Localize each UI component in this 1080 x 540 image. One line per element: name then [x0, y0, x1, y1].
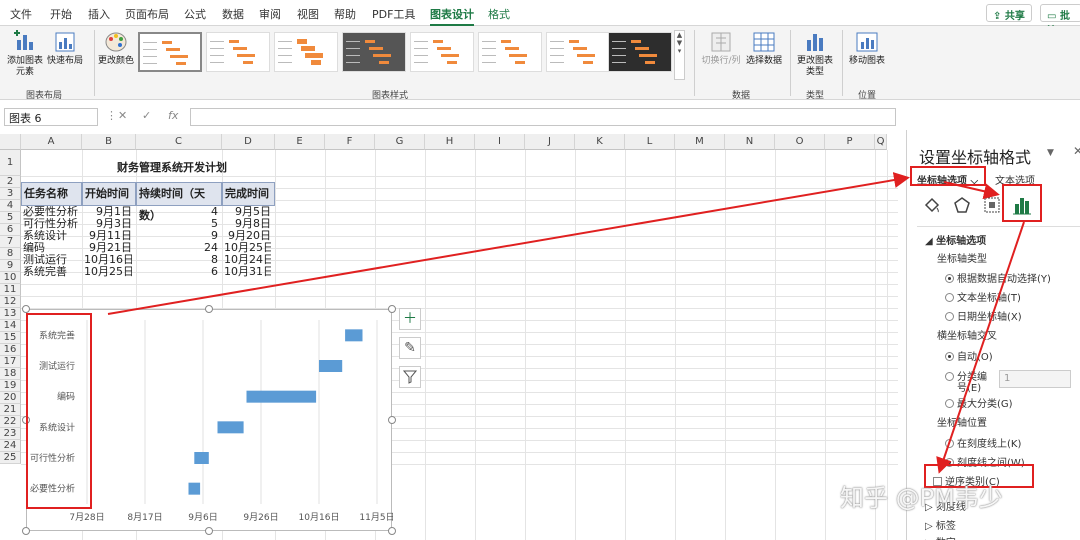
annotation-arrows [107, 172, 1025, 474]
arrow-to-axis-options [107, 172, 910, 315]
arrow-to-axis-icon [943, 181, 1000, 200]
watermark: 知乎 @PM韦少 [840, 484, 1003, 512]
arrow-to-reverse-checkbox [936, 221, 1025, 474]
